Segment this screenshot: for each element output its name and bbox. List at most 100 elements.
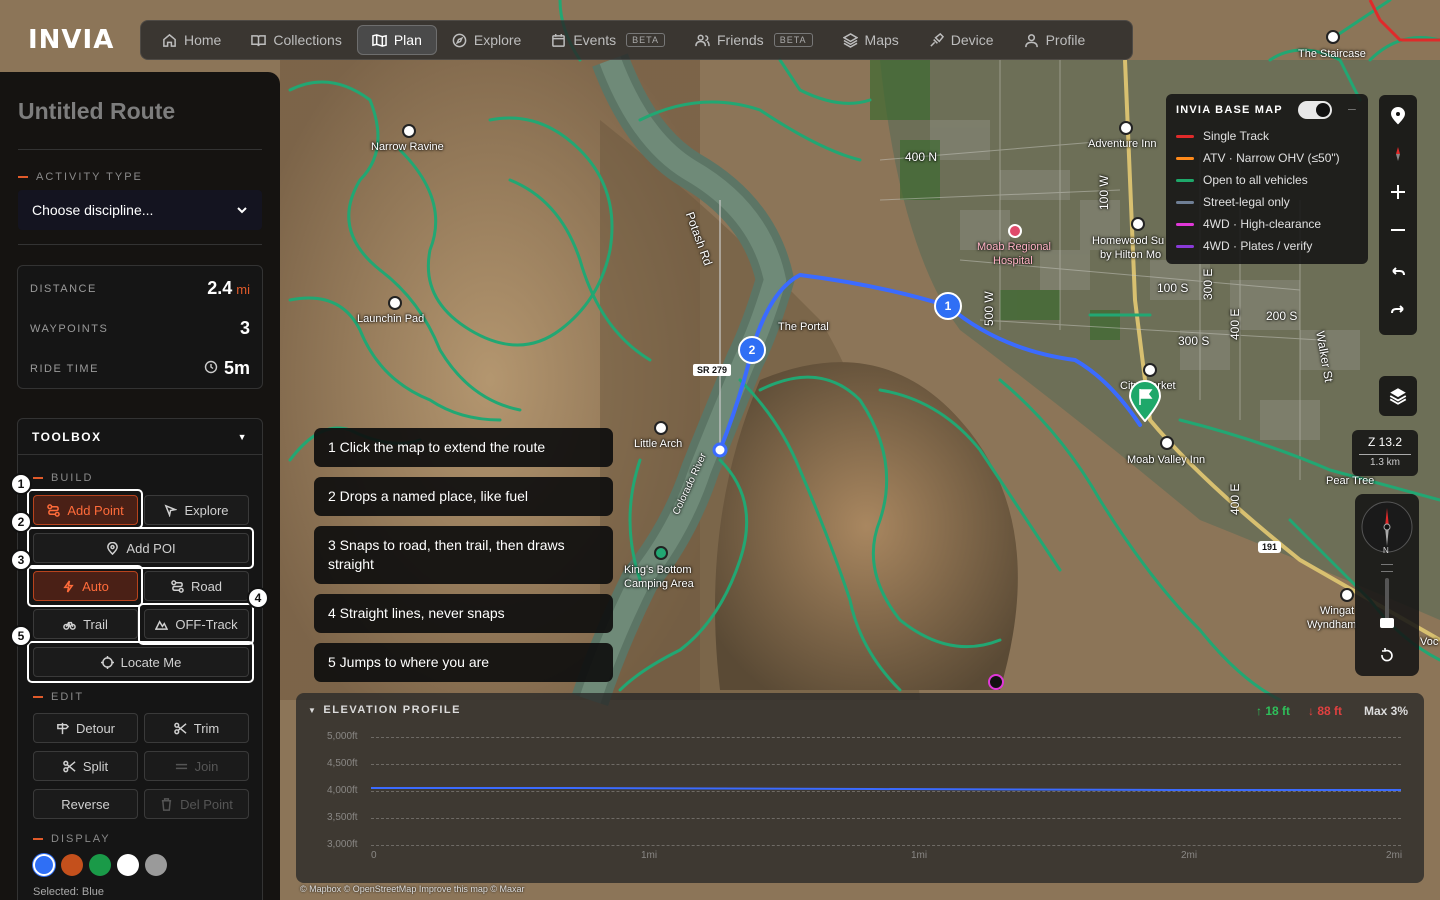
color-swatch-green[interactable] — [89, 854, 111, 876]
street-label: 300 E — [1201, 268, 1215, 300]
detour-button[interactable]: Detour — [33, 713, 138, 743]
redo-button[interactable] — [1379, 292, 1417, 330]
explore-button[interactable]: Explore — [144, 495, 249, 525]
edit-header: EDIT — [33, 691, 84, 703]
zoom-level: Z 13.2 — [1367, 435, 1403, 449]
reset-rotation-icon[interactable] — [1377, 646, 1397, 666]
color-swatch-gray[interactable] — [145, 854, 167, 876]
nav-plan[interactable]: Plan — [356, 25, 437, 55]
layers-button[interactable] — [1379, 376, 1417, 416]
trim-button[interactable]: Trim — [144, 713, 249, 743]
offroad-poi-icon[interactable] — [988, 674, 1004, 690]
nav-collections[interactable]: Collections — [236, 25, 356, 55]
campground-icon[interactable] — [654, 546, 668, 560]
ride-time-value: 5m — [223, 358, 250, 378]
nav-events[interactable]: Events BETA — [536, 25, 680, 55]
hospital-icon[interactable] — [1008, 224, 1022, 238]
book-icon — [251, 34, 267, 46]
color-swatch-blue[interactable] — [33, 854, 55, 876]
location-pin-button[interactable] — [1379, 97, 1417, 135]
nav-label: Home — [184, 32, 222, 48]
lodging-icon[interactable] — [1160, 436, 1174, 450]
store-icon[interactable] — [1143, 363, 1157, 377]
map-label-adventure-inn: Adventure Inn — [1088, 138, 1157, 150]
scale-bar — [1359, 454, 1411, 455]
trailhead-icon[interactable] — [1326, 30, 1340, 44]
compass-icon — [452, 33, 467, 47]
nav-label: Events — [573, 32, 617, 48]
pitch-slider-handle[interactable] — [1380, 618, 1394, 628]
legend-item: Open to all vehicles — [1176, 173, 1308, 187]
signpost-icon — [57, 722, 69, 734]
legend-item: ATV · Narrow OHV (≤50") — [1176, 151, 1340, 165]
road-button[interactable]: Road — [144, 571, 249, 601]
tutorial-highlight — [138, 603, 254, 645]
elevation-gain: ↑ 18 ft — [1256, 704, 1291, 718]
discipline-select[interactable]: Choose discipline... — [18, 190, 262, 230]
nav-profile[interactable]: Profile — [1009, 25, 1101, 55]
plus-icon — [1391, 185, 1405, 199]
lodging-icon[interactable] — [1131, 217, 1145, 231]
street-label: 300 S — [1178, 334, 1210, 348]
map-label-little-arch: Little Arch — [634, 438, 683, 450]
trailhead-icon[interactable] — [388, 296, 402, 310]
elevation-profile-panel: ▼ ELEVATION PROFILE ↑ 18 ft ↓ 88 ft Max 3… — [296, 693, 1424, 883]
tutorial-badge: 4 — [247, 587, 269, 609]
button-label: Road — [190, 578, 223, 594]
lodging-icon[interactable] — [1119, 121, 1133, 135]
elevation-title[interactable]: ▼ ELEVATION PROFILE — [308, 704, 461, 716]
route-title[interactable]: Untitled Route — [18, 98, 175, 125]
elevation-x-tick: 1mi — [641, 850, 658, 861]
tutorial-badge: 2 — [10, 511, 32, 533]
button-label: Trail — [83, 616, 108, 632]
waypoints-row: WAYPOINTS 3 — [30, 318, 250, 339]
route-icon — [171, 579, 184, 593]
map-label-voc: Voc — [1420, 636, 1439, 648]
delete-point-button[interactable]: Del Point — [144, 789, 249, 819]
north-button[interactable] — [1379, 135, 1417, 173]
join-button[interactable]: Join — [144, 751, 249, 781]
trail-button[interactable]: Trail — [33, 609, 138, 639]
waypoints-value: 3 — [239, 318, 250, 338]
elevation-line[interactable] — [371, 783, 1401, 793]
activity-type-header: ACTIVITY TYPE — [18, 171, 143, 183]
nav-home[interactable]: Home — [147, 25, 236, 55]
street-label: 400 E — [1228, 308, 1242, 340]
map-label-wyndham: Wyndham — [1307, 619, 1357, 631]
scissors-icon — [63, 760, 76, 772]
waypoint-marker[interactable]: 1 — [934, 292, 962, 320]
base-map-toggle[interactable] — [1298, 101, 1332, 119]
tutorial-tip: 5 Jumps to where you are — [314, 643, 613, 682]
discipline-value: Choose discipline... — [32, 202, 154, 218]
compass-needle-icon — [1396, 147, 1400, 161]
bike-icon — [63, 621, 76, 630]
nav-maps[interactable]: Maps — [828, 25, 914, 55]
lodging-icon[interactable] — [1340, 588, 1354, 602]
color-swatch-orange[interactable] — [61, 854, 83, 876]
nav-explore[interactable]: Explore — [437, 25, 536, 55]
toolbox-header[interactable]: TOOLBOX ▼ — [18, 419, 262, 455]
zoom-out-button[interactable] — [1379, 211, 1417, 249]
elevation-y-tick: 5,000ft — [327, 731, 358, 742]
nav-device[interactable]: Device — [914, 25, 1009, 55]
brand-logo[interactable]: INVIA — [28, 25, 114, 55]
map-attribution[interactable]: © Mapbox © OpenStreetMap Improve this ma… — [300, 884, 524, 894]
zoom-in-button[interactable] — [1379, 173, 1417, 211]
route-stats-panel: DISTANCE 2.4 mi WAYPOINTS 3 RIDE TIME 5m — [17, 265, 263, 389]
color-swatch-white[interactable] — [117, 854, 139, 876]
map-label-pear-tree: Pear Tree — [1326, 475, 1375, 487]
selected-color-label: Selected: Blue — [33, 886, 104, 898]
trailhead-icon[interactable] — [402, 124, 416, 138]
camera-icon[interactable] — [654, 421, 668, 435]
chevron-down-icon — [237, 207, 247, 214]
tutorial-tip: 1 Click the map to extend the route — [314, 428, 613, 467]
max-grade: Max 3% — [1364, 704, 1409, 718]
finish-flag-icon[interactable] — [1128, 380, 1162, 422]
waypoint-marker[interactable]: 2 — [738, 336, 766, 364]
nav-friends[interactable]: Friends BETA — [680, 25, 828, 55]
split-button[interactable]: Split — [33, 751, 138, 781]
legend-title: INVIA BASE MAP — [1176, 104, 1283, 116]
undo-button[interactable] — [1379, 254, 1417, 292]
reverse-button[interactable]: Reverse — [33, 789, 138, 819]
collapse-icon[interactable]: – — [1348, 100, 1356, 116]
